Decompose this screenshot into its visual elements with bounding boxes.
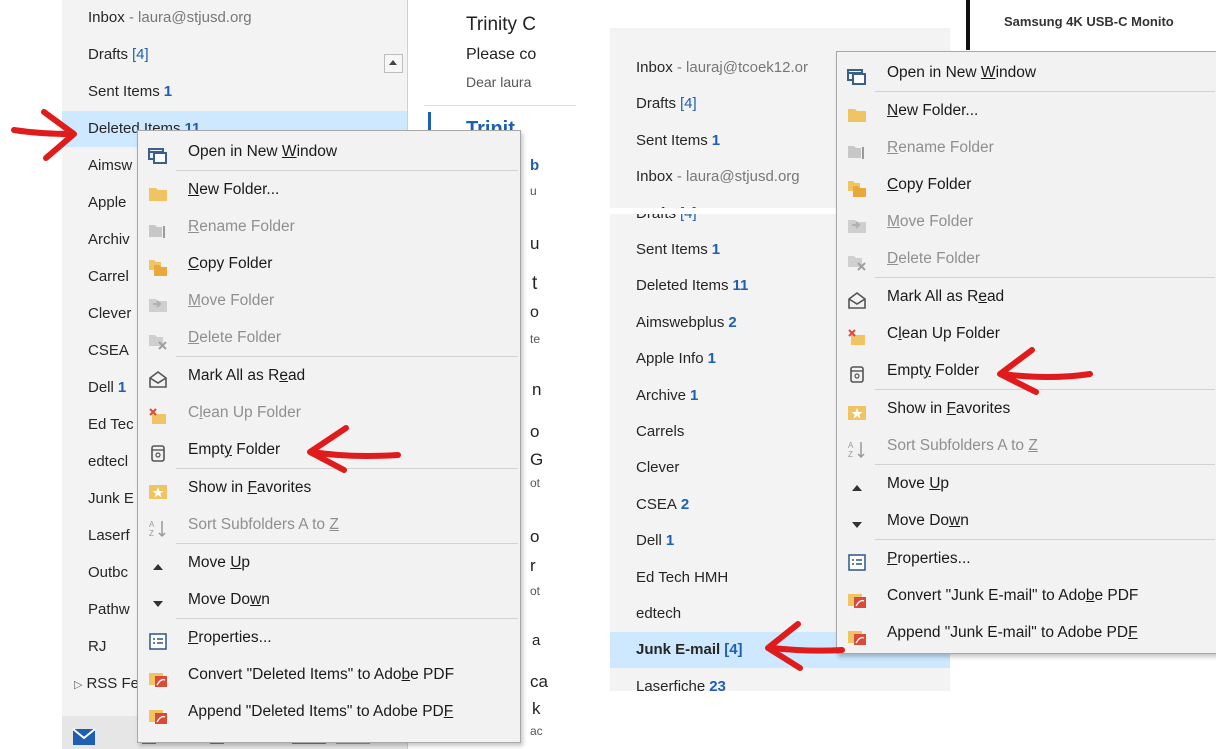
annotation-arrow-deleted-items — [11, 109, 77, 161]
annotation-arrow-empty-folder-right — [997, 347, 1093, 395]
annotation-arrow-empty-folder-left — [307, 425, 401, 473]
annotation-arrow-junk-email — [765, 621, 845, 671]
annotation-layer — [11, 109, 1093, 671]
